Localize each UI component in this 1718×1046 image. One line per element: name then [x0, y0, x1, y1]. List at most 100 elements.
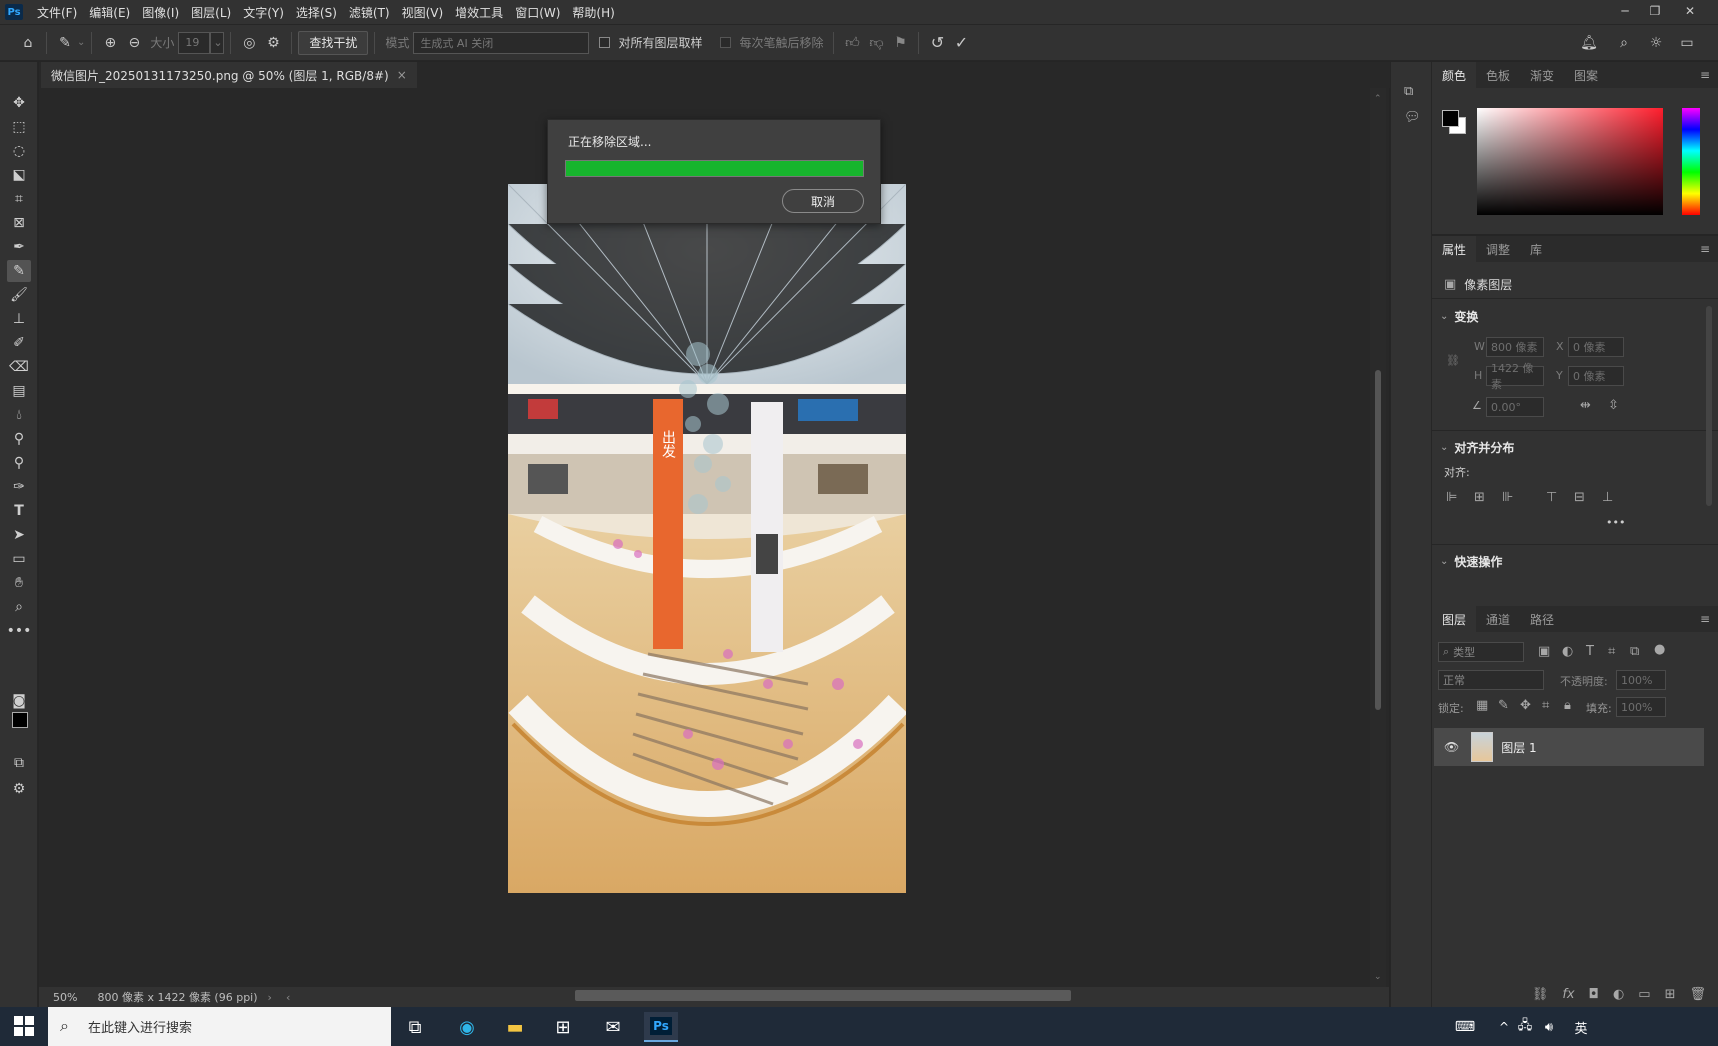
tab-swatches[interactable]: 色板: [1476, 62, 1520, 88]
workspace-icon[interactable]: ▭: [1675, 31, 1699, 55]
scroll-down-icon[interactable]: ⌄: [1374, 972, 1382, 982]
properties-scrollbar[interactable]: [1706, 306, 1712, 506]
more-align-options[interactable]: •••: [1606, 516, 1625, 529]
tab-paths[interactable]: 路径: [1520, 606, 1564, 632]
zoom-tool-icon[interactable]: ⌕: [7, 596, 31, 618]
object-selection-tool-icon[interactable]: ⬕: [7, 164, 31, 186]
link-icon[interactable]: ⛓: [1446, 354, 1460, 367]
zoom-level[interactable]: 50%: [53, 991, 77, 1004]
menu-type[interactable]: 文字(Y): [237, 4, 290, 21]
type-tool-icon[interactable]: T: [7, 500, 31, 522]
new-group-icon[interactable]: ▭: [1638, 987, 1650, 1002]
gradient-tool-icon[interactable]: ▤: [7, 380, 31, 402]
search-icon[interactable]: ⌕: [1612, 31, 1636, 55]
menu-window[interactable]: 窗口(W): [509, 4, 566, 21]
brush-subtract-icon[interactable]: ⊖: [122, 31, 146, 55]
layer-filter-select[interactable]: ⌕ 类型: [1438, 642, 1524, 662]
close-window-button[interactable]: ✕: [1675, 0, 1705, 22]
mode-select[interactable]: 生成式 AI 关闭: [413, 31, 590, 54]
horizontal-scrollbar-thumb[interactable]: [575, 990, 1071, 1001]
thumbs-up-icon[interactable]: 👍︎: [840, 31, 864, 55]
photoshop-taskbar-icon[interactable]: Ps: [644, 1012, 678, 1042]
tab-patterns[interactable]: 图案: [1564, 62, 1608, 88]
align-hcenter-icon[interactable]: ⊞: [1474, 490, 1485, 505]
find-distractions-button[interactable]: 查找干扰: [298, 30, 369, 55]
edge-browser-icon[interactable]: ◉: [450, 1012, 484, 1042]
filter-adjustment-icon[interactable]: ◐: [1562, 644, 1573, 659]
menu-filter[interactable]: 滤镜(T): [343, 4, 396, 21]
panel-menu-icon[interactable]: ≡: [1700, 612, 1710, 626]
hue-slider[interactable]: [1682, 108, 1700, 215]
taskbar-search-box[interactable]: ⌕ 在此键入进行搜索: [48, 1007, 391, 1046]
x-field[interactable]: 0 像素: [1568, 337, 1624, 357]
menu-layer[interactable]: 图层(L): [185, 4, 237, 21]
filter-pixel-icon[interactable]: ▣: [1538, 644, 1550, 659]
menu-help[interactable]: 帮助(H): [566, 4, 620, 21]
windows-start-icon[interactable]: [14, 1016, 34, 1036]
remove-tool-preset-icon[interactable]: ✎: [53, 31, 77, 55]
dodge-tool-icon[interactable]: ⚲: [7, 428, 31, 450]
opacity-field[interactable]: 100%: [1616, 670, 1666, 690]
width-field[interactable]: 800 像素: [1486, 337, 1544, 357]
pressure-icon[interactable]: ◎: [237, 31, 261, 55]
panel-menu-icon[interactable]: ≡: [1700, 68, 1710, 82]
scroll-up-icon[interactable]: ⌃: [1374, 94, 1382, 104]
comments-panel-icon[interactable]: 💬︎: [1404, 110, 1421, 125]
quick-mask-icon[interactable]: ◙: [7, 690, 31, 712]
status-chevron-icon[interactable]: ›: [268, 991, 272, 1004]
scroll-left-icon[interactable]: ‹: [286, 991, 290, 1004]
visibility-eye-icon[interactable]: 👁︎: [1444, 740, 1459, 754]
tab-libraries[interactable]: 库: [1520, 236, 1552, 262]
sample-all-layers-checkbox[interactable]: [599, 37, 611, 48]
tab-color[interactable]: 颜色: [1432, 62, 1477, 88]
tab-gradients[interactable]: 渐变: [1520, 62, 1564, 88]
minimize-button[interactable]: ─: [1610, 0, 1640, 22]
blur-tool-icon[interactable]: 💧︎: [7, 404, 31, 426]
tab-adjustments[interactable]: 调整: [1476, 236, 1520, 262]
size-dropdown[interactable]: ⌄: [210, 31, 225, 54]
zoom-dodge-tool-icon[interactable]: ⚲: [7, 452, 31, 474]
history-brush-tool-icon[interactable]: ✐: [7, 332, 31, 354]
menu-select[interactable]: 选择(S): [290, 4, 343, 21]
filter-shape-icon[interactable]: ⌗: [1608, 644, 1615, 659]
close-tab-icon[interactable]: ×: [397, 68, 407, 82]
menu-view[interactable]: 视图(V): [396, 4, 450, 21]
settings-gear-icon[interactable]: ⚙: [261, 31, 285, 55]
tab-channels[interactable]: 通道: [1476, 606, 1520, 632]
notifications-bell-icon[interactable]: 🔔︎: [1577, 31, 1601, 55]
brush-add-icon[interactable]: ⊕: [98, 31, 122, 55]
layer-row[interactable]: 👁︎ 图层 1: [1434, 728, 1704, 766]
align-left-icon[interactable]: ⊫: [1446, 490, 1457, 505]
transform-section-header[interactable]: ⌄ 变换: [1440, 308, 1478, 325]
undo-icon[interactable]: ↺: [925, 31, 949, 55]
fill-field[interactable]: 100%: [1616, 697, 1666, 717]
link-layers-icon[interactable]: ⛓: [1532, 987, 1549, 1002]
edit-toolbar-icon[interactable]: ⚙: [7, 778, 31, 800]
lock-transparency-icon[interactable]: ▦: [1476, 698, 1488, 713]
lock-artboard-icon[interactable]: ⌗: [1542, 698, 1549, 713]
crop-tool-icon[interactable]: ⌗: [7, 188, 31, 210]
angle-field[interactable]: 0.00°: [1486, 397, 1544, 417]
filter-type-icon[interactable]: T: [1586, 644, 1594, 659]
filter-toggle-icon[interactable]: ●: [1654, 642, 1665, 657]
new-layer-icon[interactable]: ⊞: [1665, 987, 1676, 1002]
blend-mode-select[interactable]: 正常: [1438, 670, 1544, 690]
align-bottom-icon[interactable]: ⊥: [1602, 490, 1613, 505]
menu-image[interactable]: 图像(I): [136, 4, 185, 21]
align-top-icon[interactable]: ⊤: [1546, 490, 1557, 505]
cancel-button[interactable]: 取消: [782, 189, 864, 213]
marquee-tool-icon[interactable]: ⬚: [7, 116, 31, 138]
stamp-tool-icon[interactable]: ⊥: [7, 308, 31, 330]
panel-menu-icon[interactable]: ≡: [1700, 242, 1710, 256]
tab-properties[interactable]: 属性: [1432, 236, 1477, 262]
color-foreground-swatch[interactable]: [1442, 110, 1459, 127]
vertical-scrollbar-thumb[interactable]: [1375, 370, 1381, 710]
delete-layer-icon[interactable]: 🗑︎: [1689, 987, 1706, 1002]
flip-vertical-icon[interactable]: ⇳: [1608, 398, 1619, 413]
move-tool-icon[interactable]: ✥: [7, 92, 31, 114]
lock-pixels-icon[interactable]: ✎: [1498, 698, 1509, 713]
filter-smart-object-icon[interactable]: ⧉: [1630, 644, 1639, 659]
network-icon[interactable]: 🖧︎: [1514, 1012, 1536, 1042]
add-mask-icon[interactable]: ◘: [1589, 987, 1599, 1002]
ime-indicator[interactable]: 英: [1570, 1012, 1592, 1042]
